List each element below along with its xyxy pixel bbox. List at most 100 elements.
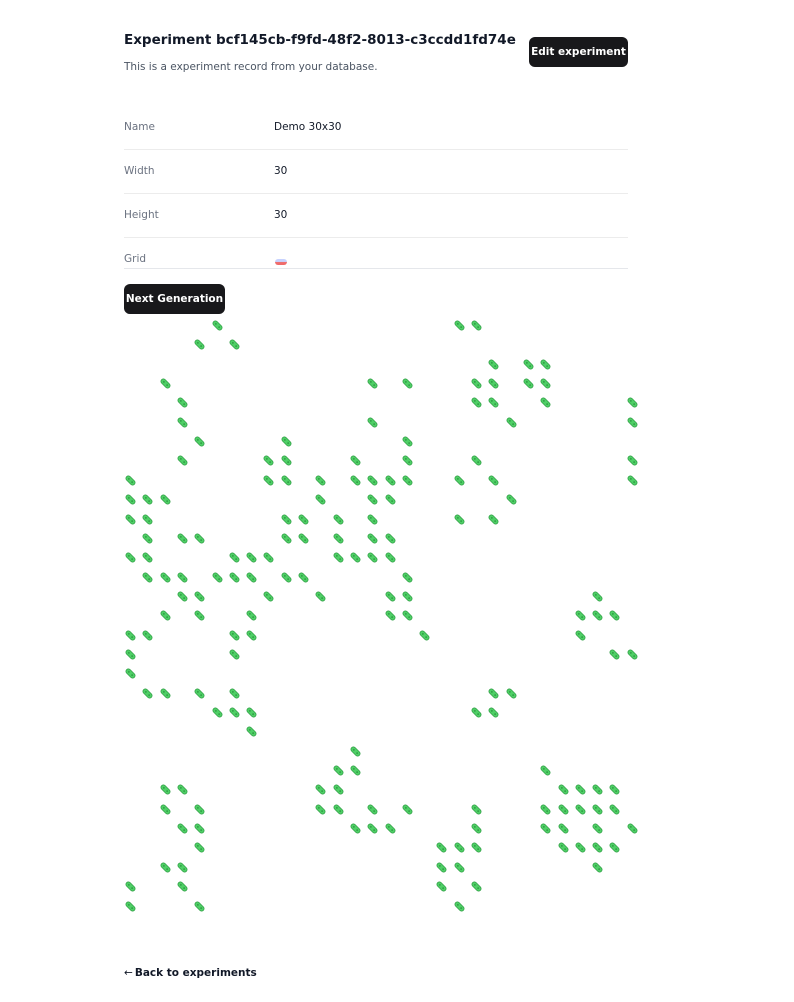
- bacteria-icon: [228, 336, 241, 350]
- bacteria-icon: [366, 530, 379, 544]
- bacteria-icon: [366, 801, 379, 815]
- next-generation-button[interactable]: Next Generation: [124, 284, 225, 314]
- bacteria-icon: [176, 452, 189, 466]
- bacteria-icon: [193, 685, 206, 699]
- bacteria-icon: [435, 878, 448, 892]
- bacteria-icon: [193, 820, 206, 834]
- bacteria-icon: [626, 452, 639, 466]
- bacteria-icon: [245, 607, 258, 621]
- back-arrow-icon: ←: [124, 967, 133, 979]
- bacteria-icon: [522, 356, 535, 370]
- bacteria-icon: [574, 607, 587, 621]
- bacteria-icon: [159, 569, 172, 583]
- back-to-experiments-link[interactable]: ← Back to experiments: [124, 967, 257, 979]
- bacteria-icon: [141, 530, 154, 544]
- bacteria-icon: [539, 356, 552, 370]
- bacteria-icon: [574, 801, 587, 815]
- bacteria-icon: [314, 491, 327, 505]
- bacteria-icon: [228, 627, 241, 641]
- bacteria-icon: [470, 704, 483, 718]
- bacteria-icon: [280, 530, 293, 544]
- bacteria-icon: [591, 607, 604, 621]
- bacteria-icon: [401, 472, 414, 486]
- detail-row-height: Height 30: [124, 194, 628, 238]
- back-link-label: Back to experiments: [134, 967, 257, 979]
- bacteria-icon: [487, 685, 500, 699]
- bacteria-icon: [384, 530, 397, 544]
- bacteria-icon: [487, 704, 500, 718]
- bacteria-icon: [280, 433, 293, 447]
- bacteria-icon: [487, 375, 500, 389]
- bacteria-icon: [159, 685, 172, 699]
- bacteria-icon: [193, 607, 206, 621]
- bacteria-icon: [366, 820, 379, 834]
- bacteria-icon: [557, 781, 570, 795]
- bacteria-icon: [539, 762, 552, 776]
- experiment-details: Name Demo 30x30 Width 30 Height 30 Grid: [124, 106, 628, 269]
- bacteria-icon: [453, 898, 466, 911]
- detail-row-grid: Grid: [124, 238, 628, 269]
- edit-experiment-button[interactable]: Edit experiment: [529, 37, 628, 67]
- bacteria-icon: [124, 472, 137, 486]
- bacteria-icon: [366, 472, 379, 486]
- name-value: Demo 30x30: [274, 121, 342, 133]
- bacteria-icon: [470, 375, 483, 389]
- bacteria-icon: [159, 801, 172, 815]
- bacteria-icon: [470, 839, 483, 853]
- bacteria-icon: [159, 375, 172, 389]
- bacteria-icon: [176, 414, 189, 428]
- bacteria-icon: [591, 588, 604, 602]
- bacteria-icon: [366, 549, 379, 563]
- bacteria-icon: [384, 472, 397, 486]
- name-label: Name: [124, 121, 155, 133]
- detail-row-name: Name Demo 30x30: [124, 106, 628, 150]
- bacteria-icon: [228, 549, 241, 563]
- experiment-page: Experiment bcf145cb-f9fd-48f2-8013-c3ccd…: [124, 0, 638, 979]
- bacteria-icon: [332, 801, 345, 815]
- bacteria-icon: [384, 491, 397, 505]
- bacteria-icon: [591, 839, 604, 853]
- bacteria-icon: [193, 588, 206, 602]
- bacteria-icon: [349, 762, 362, 776]
- bacteria-icon: [141, 491, 154, 505]
- page-header: Experiment bcf145cb-f9fd-48f2-8013-c3ccd…: [124, 0, 628, 96]
- bacteria-icon: [228, 685, 241, 699]
- bacteria-icon: [453, 317, 466, 331]
- bacteria-icon: [193, 433, 206, 447]
- bacteria-icon: [297, 511, 310, 524]
- bacteria-icon: [384, 549, 397, 563]
- bacteria-icon: [557, 801, 570, 815]
- bacteria-icon: [384, 607, 397, 621]
- bacteria-icon: [539, 801, 552, 815]
- bacteria-icon: [557, 820, 570, 834]
- width-value: 30: [274, 165, 288, 177]
- bacteria-icon: [228, 569, 241, 583]
- bacteria-icon: [141, 569, 154, 583]
- bacteria-icon: [487, 511, 500, 524]
- bacteria-icon: [159, 859, 172, 873]
- bacteria-icon: [228, 704, 241, 718]
- bacteria-icon: [539, 375, 552, 389]
- bacteria-icon: [280, 452, 293, 466]
- bacteria-icon: [470, 394, 483, 408]
- bacteria-icon: [262, 472, 275, 486]
- bacteria-icon: [228, 646, 241, 660]
- bacteria-icon: [470, 820, 483, 834]
- bacteria-icon: [141, 549, 154, 563]
- bacteria-icon: [487, 472, 500, 486]
- bacteria-icon: [626, 394, 639, 408]
- bacteria-icon: [176, 781, 189, 795]
- bacteria-icon: [401, 607, 414, 621]
- bacteria-icon: [349, 549, 362, 563]
- bacteria-icon: [193, 839, 206, 853]
- bacteria-icon: [159, 781, 172, 795]
- bacteria-icon: [470, 878, 483, 892]
- bacteria-icon: [332, 511, 345, 524]
- bacteria-icon: [297, 569, 310, 583]
- page-title: Experiment bcf145cb-f9fd-48f2-8013-c3ccd…: [124, 32, 516, 48]
- bacteria-icon: [470, 452, 483, 466]
- bacteria-icon: [332, 781, 345, 795]
- bacteria-icon: [124, 627, 137, 641]
- bacteria-icon: [626, 414, 639, 428]
- bacteria-icon: [245, 627, 258, 641]
